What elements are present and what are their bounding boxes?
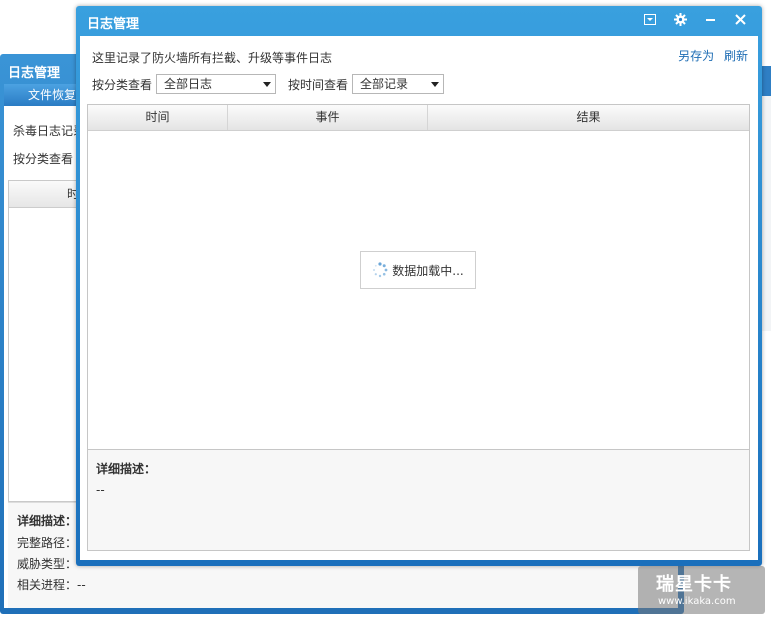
window-body: 这里记录了防火墙所有拦截、升级等事件日志 另存为 刷新 按分类查看 全部日志 按… [80,36,758,560]
spinner-icon [373,262,388,278]
action-links: 另存为 刷新 [672,47,748,64]
log-table: 时间 事件 结果 数据加载中... [87,104,750,450]
window-controls [638,10,752,30]
log-table-header: 时间 事件 结果 [88,105,749,131]
dropdown-menu-icon[interactable] [638,10,662,30]
filter-bar: 按分类查看 全部日志 按时间查看 全部记录 [92,74,445,94]
detail-label: 详细描述： [96,462,157,476]
gear-icon[interactable] [668,10,692,30]
chevron-down-icon [263,82,272,87]
category-select-value: 全部日志 [164,77,213,91]
tab-file-restore[interactable]: 文件恢复 [4,84,80,106]
watermark-logo: 瑞星卡卡 www.ikaka.com [638,566,765,614]
column-header-result[interactable]: 结果 [428,105,749,130]
time-select[interactable]: 全部记录 [352,74,445,94]
watermark-url: www.ikaka.com [658,596,736,607]
category-filter-label: 按分类查看 [92,77,153,92]
close-icon[interactable] [728,10,752,30]
time-filter-label: 按时间查看 [288,77,349,92]
back-path-label: 完整路径： [17,536,78,550]
back-intro-text: 杀毒日志记录 [13,124,86,138]
chevron-down-icon [431,82,440,87]
time-select-value: 全部记录 [360,77,409,91]
category-select[interactable]: 全部日志 [156,74,277,94]
intro-text: 这里记录了防火墙所有拦截、升级等事件日志 [92,51,333,65]
loading-indicator: 数据加载中... [360,251,476,289]
log-manager-window: 日志管理 这里记录了防火墙所有拦截、升级等事件日志 另存为 刷新 按分类查看 全… [76,6,762,566]
back-desc-label: 详细描述： [17,514,78,528]
detail-panel: 详细描述： -- [87,450,750,551]
column-header-time[interactable]: 时间 [88,105,228,130]
back-process-label: 相关进程：-- [17,578,86,592]
back-filter-label: 按分类查看 [13,152,74,166]
save-as-link[interactable]: 另存为 [678,49,714,63]
column-header-event[interactable]: 事件 [228,105,428,130]
refresh-link[interactable]: 刷新 [724,49,748,63]
detail-value: -- [96,483,105,497]
back-threat-label: 威胁类型： [17,557,78,571]
loading-text: 数据加载中... [392,263,464,278]
window-title: 日志管理 [87,17,140,32]
minimize-icon[interactable] [698,10,722,30]
watermark-brand: 瑞星卡卡 [656,574,732,595]
back-window-title: 日志管理 [8,66,61,81]
